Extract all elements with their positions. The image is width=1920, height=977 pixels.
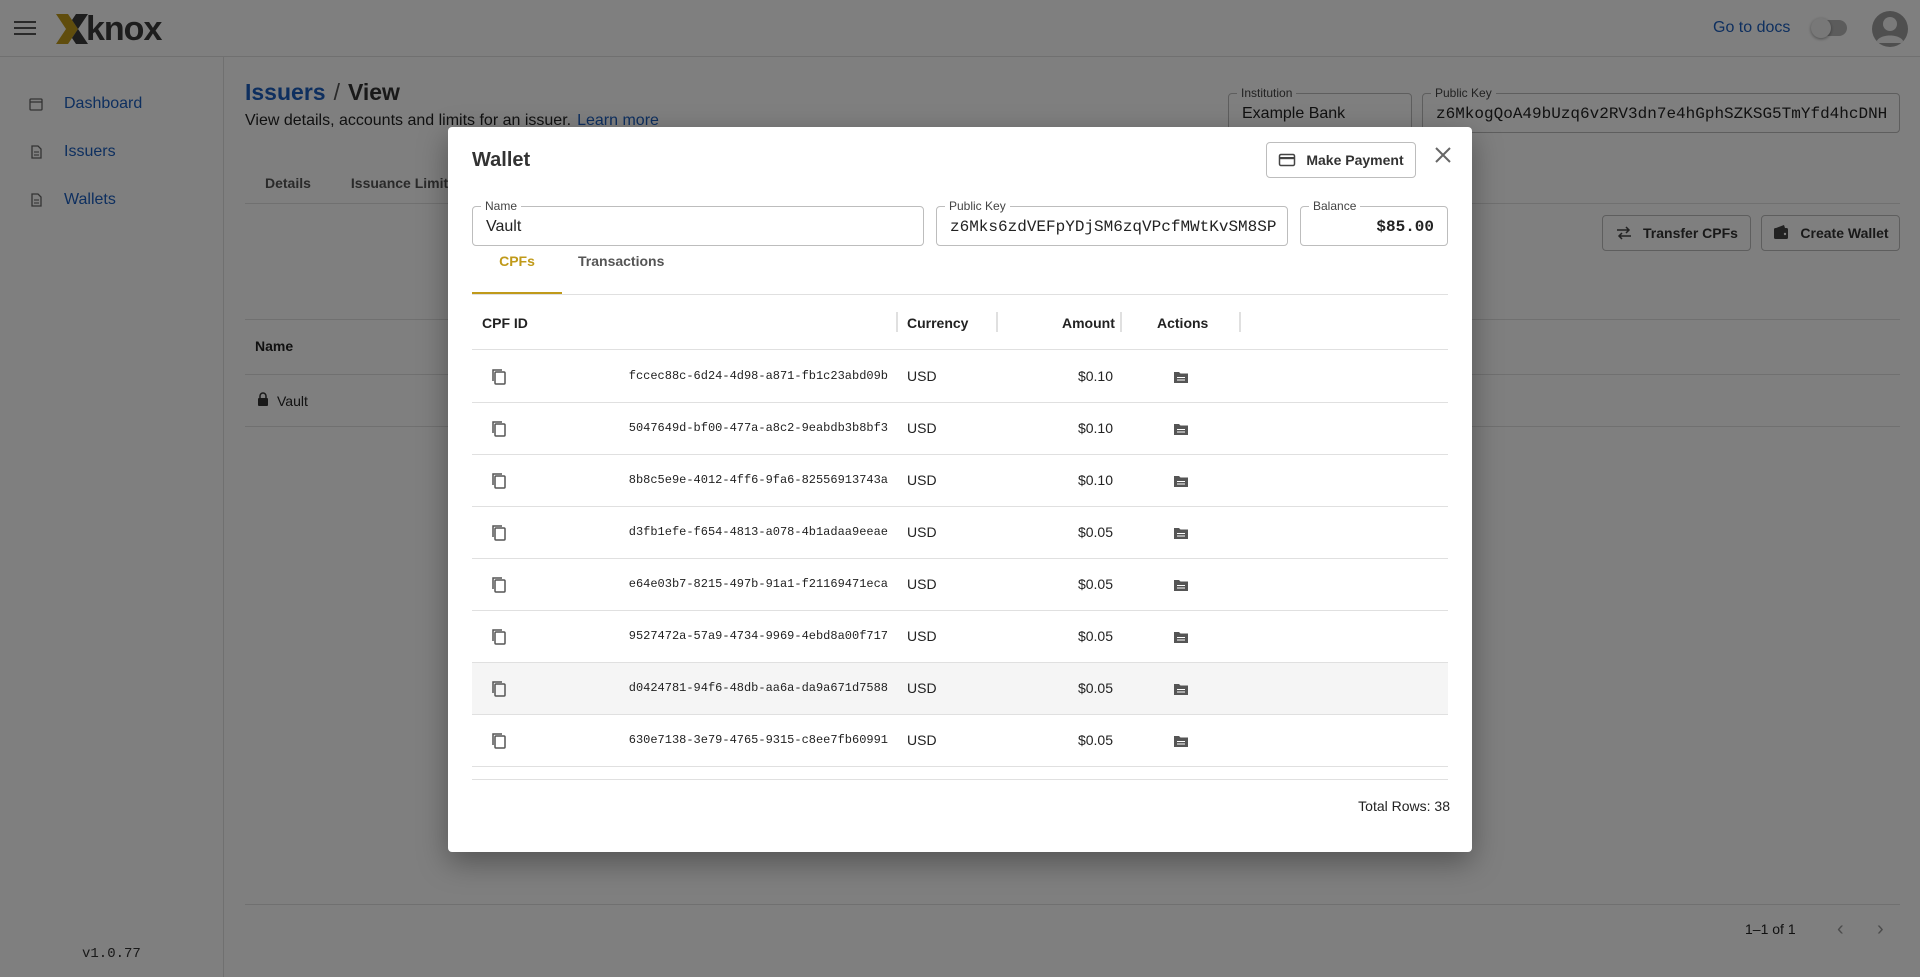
cpf-id: fccec88c-6d24-4d98-a871-fb1c23abd09b (628, 369, 888, 383)
table-row[interactable]: fccec88c-6d24-4d98-a871-fb1c23abd09b USD $… (472, 351, 1448, 403)
cpf-amount: $0.05 (1077, 524, 1113, 540)
table-row[interactable]: 8b8c5e9e-4012-4ff6-9fa6-82556913743a USD $… (472, 455, 1448, 507)
column-separator[interactable] (896, 312, 898, 332)
column-separator[interactable] (996, 312, 998, 332)
table-row[interactable]: 9527472a-57a9-4734-9969-4ebd8a00f717 USD $… (472, 611, 1448, 663)
cpf-currency: USD (907, 472, 937, 488)
copy-icon[interactable] (489, 367, 509, 387)
copy-icon[interactable] (489, 523, 509, 543)
view-details-icon[interactable] (1173, 369, 1189, 385)
cpf-amount: $0.10 (1077, 472, 1113, 488)
cpf-amount: $0.05 (1077, 732, 1113, 748)
table-footer-divider (472, 779, 1448, 780)
balance-label: Balance (1309, 199, 1361, 213)
dialog-title: Wallet (472, 149, 531, 171)
copy-icon[interactable] (489, 679, 509, 699)
table-row[interactable]: 630e7138-3e79-4765-9315-c8ee7fb60991 USD $… (472, 715, 1448, 767)
cpf-currency: USD (907, 524, 937, 540)
cpf-id: 630e7138-3e79-4765-9315-c8ee7fb60991 (628, 733, 888, 747)
table-row[interactable]: d3fb1efe-f654-4813-a078-4b1adaa9eeae USD $… (472, 507, 1448, 559)
table-row[interactable]: 5047649d-bf00-477a-a8c2-9eabdb3b8bf3 USD $… (472, 403, 1448, 455)
column-header-actions[interactable]: Actions (1157, 315, 1208, 331)
cpf-amount: $0.10 (1077, 368, 1113, 384)
cpf-currency: USD (907, 368, 937, 384)
column-header-amount[interactable]: Amount (1062, 315, 1115, 331)
cpf-currency: USD (907, 576, 937, 592)
close-icon[interactable] (1432, 144, 1454, 166)
cpf-id: d0424781-94f6-48db-aa6a-da9a671d7588 (628, 681, 888, 695)
make-payment-button[interactable]: Make Payment (1266, 142, 1416, 178)
cpf-id: 8b8c5e9e-4012-4ff6-9fa6-82556913743a (628, 473, 888, 487)
copy-icon[interactable] (489, 471, 509, 491)
wallet-public-key-field[interactable]: Public Key z6Mks6zdVEFpYDjSM6zqVPcfMWtKv… (936, 199, 1288, 246)
cpf-amount: $0.10 (1077, 420, 1113, 436)
cpf-id: d3fb1efe-f654-4813-a078-4b1adaa9eeae (628, 525, 888, 539)
copy-icon[interactable] (489, 575, 509, 595)
column-separator[interactable] (1239, 312, 1241, 332)
cpf-currency: USD (907, 420, 937, 436)
copy-icon[interactable] (489, 731, 509, 751)
public-key-value: z6Mks6zdVEFpYDjSM6zqVPcfMWtKvSM8SP (950, 218, 1277, 236)
cpf-id: 5047649d-bf00-477a-a8c2-9eabdb3b8bf3 (628, 421, 888, 435)
name-value: Vault (486, 218, 522, 235)
cpf-currency: USD (907, 732, 937, 748)
wallet-dialog: Wallet Make Payment Name Vault Public Ke… (448, 127, 1472, 852)
credit-card-icon (1279, 153, 1296, 167)
tab-transactions[interactable]: Transactions (562, 244, 680, 280)
tab-cpfs[interactable]: CPFs (472, 244, 562, 280)
name-label: Name (481, 199, 522, 213)
view-details-icon[interactable] (1173, 421, 1189, 437)
wallet-name-field[interactable]: Name Vault (472, 199, 924, 246)
cpf-amount: $0.05 (1077, 680, 1113, 696)
view-details-icon[interactable] (1173, 473, 1189, 489)
cpf-amount: $0.05 (1077, 628, 1113, 644)
make-payment-label: Make Payment (1306, 152, 1404, 168)
column-header-currency[interactable]: Currency (907, 315, 968, 331)
cpfs-table: CPF ID Currency Amount Actions fccec88c-… (472, 295, 1448, 790)
active-tab-indicator (472, 292, 562, 294)
copy-icon[interactable] (489, 627, 509, 647)
view-details-icon[interactable] (1173, 733, 1189, 749)
table-row[interactable]: e64e03b7-8215-497b-91a1-f21169471eca USD $… (472, 559, 1448, 611)
public-key-label: Public Key (945, 199, 1010, 213)
cpf-currency: USD (907, 680, 937, 696)
cpf-id: e64e03b7-8215-497b-91a1-f21169471eca (628, 577, 888, 591)
total-rows: Total Rows: 38 (1358, 798, 1450, 814)
balance-field[interactable]: Balance $85.00 (1300, 199, 1448, 246)
view-details-icon[interactable] (1173, 525, 1189, 541)
view-details-icon[interactable] (1173, 629, 1189, 645)
column-separator[interactable] (1120, 312, 1122, 332)
view-details-icon[interactable] (1173, 681, 1189, 697)
column-header-cpf-id[interactable]: CPF ID (482, 315, 528, 331)
wallet-tabs: CPFs Transactions (472, 244, 680, 281)
balance-value: $85.00 (1376, 218, 1434, 236)
table-row[interactable]: d0424781-94f6-48db-aa6a-da9a671d7588 USD $… (472, 663, 1448, 715)
copy-icon[interactable] (489, 419, 509, 439)
cpf-amount: $0.05 (1077, 576, 1113, 592)
cpfs-table-header: CPF ID Currency Amount Actions (472, 295, 1448, 350)
cpf-id: 9527472a-57a9-4734-9969-4ebd8a00f717 (628, 629, 888, 643)
cpf-currency: USD (907, 628, 937, 644)
view-details-icon[interactable] (1173, 577, 1189, 593)
